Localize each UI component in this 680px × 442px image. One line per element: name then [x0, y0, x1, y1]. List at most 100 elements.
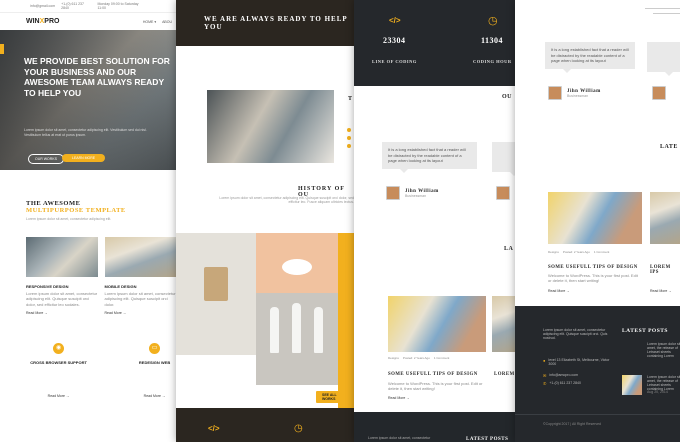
intro-title-1: THE AWESOME: [26, 200, 81, 207]
footer-about: Lorem ipsum dolor sit amet, consectetur: [368, 436, 431, 440]
testimonial-author: Jihn William Businessman: [386, 186, 439, 200]
history-text: Lorem ipsum dolor sit amet, consectetur …: [219, 196, 354, 204]
stat-value: 23304: [383, 36, 406, 45]
stats-blog-panel: </> ◷ 23304 LINE OF CODING 11304 CODING …: [354, 0, 515, 442]
footer-latest-title: LATEST POSTS: [466, 437, 509, 442]
blog-image[interactable]: [650, 192, 680, 244]
blog-image[interactable]: [388, 296, 486, 352]
portfolio-accent-strip: [338, 233, 354, 409]
testimonial-quote: It is a long established fact that a rea…: [545, 42, 635, 73]
about-image: [207, 90, 334, 163]
feature-image: [104, 237, 176, 277]
avatar: [386, 186, 400, 200]
clock-icon: ◷: [294, 423, 303, 434]
footer-post-date: Aug 20, 2014: [647, 390, 668, 394]
hero-section: WE PROVIDE BEST SOLUTION FOR YOUR BUSINE…: [0, 30, 176, 170]
phone-icon: ✆: [543, 381, 547, 386]
about-heading: T: [348, 96, 353, 102]
stat-label: CODING HOUR: [473, 59, 512, 64]
see-all-works-button[interactable]: SEE ALL WORKS: [316, 391, 354, 403]
testimonial-name: Jihn William: [567, 88, 601, 94]
latest-section-title: LATE: [660, 144, 678, 150]
portfolio-item-tag[interactable]: [176, 233, 256, 355]
nav-about[interactable]: ABOU: [162, 20, 172, 24]
hero-subtext: Lorem ipsum dolor sit amet, consectetur …: [24, 128, 147, 137]
blog-title[interactable]: LOREM: [494, 372, 515, 377]
footer-divider: [515, 414, 680, 415]
about-panel: WE ARE ALWAYS READY TO HELP YOU T HISTOR…: [176, 0, 354, 442]
footer-about: Lorem ipsum dolor sit amet, consectetur …: [543, 328, 608, 340]
testimonial-role: Businessman: [405, 193, 427, 198]
services-row: ◉ CROSS BROWSER SUPPORT Read More → ▭ RE…: [0, 315, 176, 398]
hero-works-button[interactable]: OUR WORKS: [28, 154, 64, 164]
blog-read-more[interactable]: Read More →: [388, 396, 410, 400]
topbar-phone: +1-(0) 611 237 2840: [61, 2, 84, 10]
footer-phone: +1-(0) 611 237 2840: [549, 381, 581, 385]
footer-email[interactable]: info@amopro.com: [549, 373, 578, 378]
feature-row: RESPONSIVE DESIGN Lorem ipsum dolor sit …: [0, 221, 176, 315]
code-strip: </> ◷: [176, 408, 354, 442]
location-icon: ●: [543, 358, 546, 363]
service-read-more[interactable]: Read More →: [30, 394, 87, 398]
blog-image[interactable]: [548, 192, 642, 244]
hero-side-tab[interactable]: [0, 44, 4, 54]
blog-title[interactable]: SOME USEFULL TIPS OF DESIGN: [388, 372, 478, 377]
blog-image[interactable]: [492, 296, 515, 352]
blog-text: Welcome to WordPress. This is your first…: [388, 381, 483, 392]
service-title: REDESIGN WEB: [138, 360, 171, 366]
blog-title[interactable]: LOREM IPS: [650, 265, 680, 275]
footer-email-row: ✉ info@amopro.com: [543, 373, 578, 378]
footer-post-text[interactable]: Lorem ipsum dolor sit amet, the release …: [647, 375, 680, 391]
feature-card: MOBILE DESIGN Lorem ipsum dolor sit amet…: [104, 237, 177, 315]
feature-read-more[interactable]: Read More →: [26, 311, 98, 315]
footer-latest-title: LATEST POSTS: [622, 328, 668, 334]
ready-banner: WE ARE ALWAYS READY TO HELP YOU: [176, 0, 354, 46]
feature-read-more[interactable]: Read More →: [105, 311, 177, 315]
testimonial-author: Jihn William Businessman: [548, 86, 601, 100]
top-divider: [653, 13, 680, 14]
logo[interactable]: WINXPRO: [26, 18, 59, 25]
mail-icon: ✉: [543, 373, 547, 378]
about-bullets: [347, 128, 351, 148]
portfolio-item-mouse[interactable]: [256, 233, 338, 293]
feature-title: RESPONSIVE DESIGN: [26, 284, 69, 289]
feature-image: [26, 237, 98, 277]
footer-post-text[interactable]: Lorem ipsum dolor sit amet, the release …: [647, 342, 680, 358]
hero-headline: WE PROVIDE BEST SOLUTION FOR YOUR BUSINE…: [24, 56, 170, 98]
homepage-panel: info@gmail.com +1-(0) 611 237 2840 Monda…: [0, 0, 176, 442]
blog-text: Welcome to WordPress. This is your first…: [548, 273, 638, 284]
service-title: CROSS BROWSER SUPPORT: [30, 360, 87, 366]
avatar: [652, 86, 666, 100]
footer: Lorem ipsum dolor sit amet, consectetur …: [515, 306, 680, 442]
portfolio-item-bottles[interactable]: [256, 293, 338, 385]
footer-phone-row: ✆ +1-(0) 611 237 2840: [543, 381, 581, 386]
feature-text: Lorem ipsum dolor sit amet, consectetur …: [26, 291, 98, 307]
code-icon: </>: [389, 16, 401, 25]
read-more-partial[interactable]: Read More →: [650, 289, 672, 293]
footer-copyright: ©Copyright 2017 | All Right Reserved: [543, 422, 601, 426]
feature-title: MOBILE DESIGN: [104, 284, 137, 289]
feature-card: RESPONSIVE DESIGN Lorem ipsum dolor sit …: [26, 237, 98, 315]
blog-title[interactable]: SOME USEFULL TIPS OF DESIGN: [548, 265, 638, 270]
intro-section: THE AWESOME MULTIPURPOSE TEMPLATE Lorem …: [0, 170, 176, 221]
stat-value: 11304: [481, 36, 504, 45]
footer-post-thumb[interactable]: [622, 375, 642, 395]
blog-read-more[interactable]: Read More →: [548, 289, 570, 293]
nav-home[interactable]: HOME ▾: [143, 20, 156, 24]
service-read-more[interactable]: Read More →: [133, 394, 176, 398]
stat-label: LINE OF CODING: [372, 59, 417, 64]
hero-learn-button[interactable]: LEARN MORE: [62, 154, 106, 162]
testimonial-section-title: OU: [502, 94, 512, 100]
topbar-hours: Monday 09:00 to Saturday 11:00: [97, 2, 139, 10]
testimonial-name: Jihn William: [405, 188, 439, 194]
testimonial-quote-partial: [647, 42, 680, 76]
testimonial-role: Businessman: [567, 93, 589, 98]
testimonial-quote: It is a long established fact that a rea…: [382, 142, 477, 173]
clock-icon: ◷: [488, 15, 498, 27]
blog-section-title: LA: [504, 246, 514, 252]
browser-icon: ◉: [53, 343, 65, 355]
bottom-footer-strip: Lorem ipsum dolor sit amet, consectetur …: [354, 412, 515, 442]
footer-address-row: ● level 13 Elizabeth St, Melbourne, Vict…: [543, 358, 610, 366]
avatar: [496, 186, 510, 200]
code-icon: </>: [208, 424, 220, 433]
